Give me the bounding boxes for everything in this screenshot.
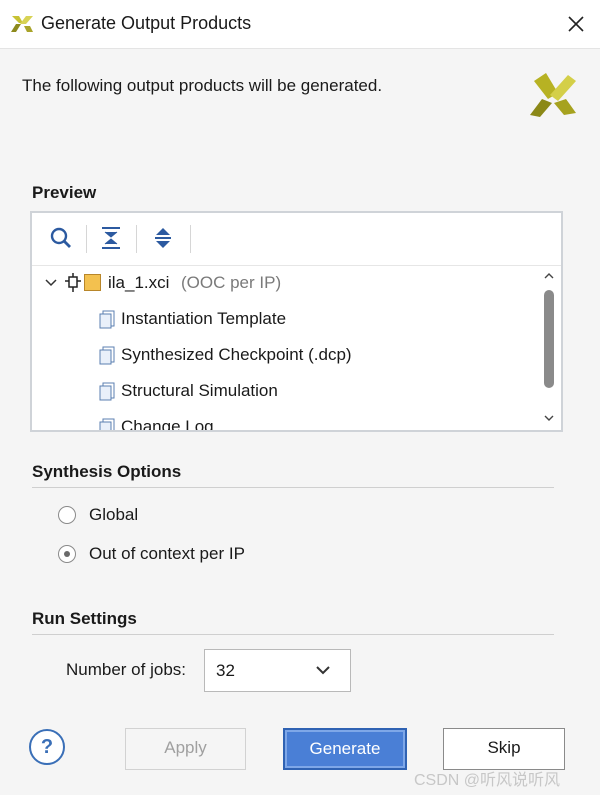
tree-scrollbar[interactable] bbox=[539, 266, 559, 430]
collapse-all-icon[interactable] bbox=[96, 223, 126, 253]
jobs-select[interactable]: 32 bbox=[204, 649, 351, 692]
chevron-down-icon[interactable] bbox=[315, 663, 331, 677]
preview-section-title: Preview bbox=[32, 183, 97, 202]
preview-panel: ila_1.xci (OOC per IP) Instantiation Tem… bbox=[30, 211, 563, 432]
intro-text: The following output products will be ge… bbox=[22, 76, 383, 95]
radio-global-label: Global bbox=[89, 505, 139, 524]
document-icon bbox=[99, 346, 115, 365]
radio-button[interactable] bbox=[58, 506, 76, 524]
skip-button[interactable]: Skip bbox=[443, 728, 565, 770]
tree-item-label: Synthesized Checkpoint (.dcp) bbox=[121, 345, 352, 364]
help-button[interactable]: ? bbox=[29, 729, 65, 765]
tree-item-label: Change Log bbox=[121, 417, 214, 430]
tree-root-label: ila_1.xci bbox=[108, 273, 170, 292]
tree-item[interactable]: Change Log bbox=[98, 414, 518, 430]
jobs-value: 32 bbox=[216, 661, 235, 680]
watermark-text: CSDN @听风说听风 bbox=[414, 772, 561, 789]
search-icon[interactable] bbox=[46, 223, 76, 253]
close-icon[interactable] bbox=[560, 8, 592, 40]
toolbar-separator bbox=[190, 225, 191, 253]
chevron-down-icon[interactable] bbox=[44, 276, 58, 290]
scroll-down-icon[interactable] bbox=[543, 412, 555, 424]
radio-global[interactable]: Global bbox=[58, 503, 258, 529]
expand-all-icon[interactable] bbox=[148, 223, 178, 253]
document-icon bbox=[99, 418, 115, 430]
preview-toolbar bbox=[32, 213, 561, 266]
jobs-label: Number of jobs: bbox=[66, 660, 186, 679]
synthesis-section-title: Synthesis Options bbox=[32, 462, 182, 481]
document-icon bbox=[99, 310, 115, 329]
tree-root-row[interactable]: ila_1.xci (OOC per IP) bbox=[44, 270, 524, 296]
brand-logo-icon bbox=[530, 73, 576, 117]
window-title: Generate Output Products bbox=[41, 13, 252, 33]
output-products-tree: ila_1.xci (OOC per IP) Instantiation Tem… bbox=[32, 266, 537, 430]
radio-ooc-label: Out of context per IP bbox=[89, 544, 245, 563]
toolbar-separator bbox=[86, 225, 87, 253]
toolbar-separator bbox=[136, 225, 137, 253]
scrollbar-thumb[interactable] bbox=[544, 290, 554, 388]
tree-item-label: Structural Simulation bbox=[121, 381, 278, 400]
app-logo-icon bbox=[11, 16, 33, 32]
scroll-up-icon[interactable] bbox=[543, 270, 555, 282]
tree-item[interactable]: Instantiation Template bbox=[98, 306, 518, 332]
tree-item[interactable]: Structural Simulation bbox=[98, 378, 518, 404]
radio-button[interactable] bbox=[58, 545, 76, 563]
section-divider bbox=[32, 634, 554, 635]
tree-item-label: Instantiation Template bbox=[121, 309, 287, 328]
radio-selected-dot bbox=[63, 550, 70, 557]
ip-block-icon bbox=[84, 274, 101, 291]
ip-core-icon bbox=[65, 273, 81, 292]
run-settings-section-title: Run Settings bbox=[32, 609, 137, 628]
section-divider bbox=[32, 487, 554, 488]
generate-button[interactable]: Generate bbox=[283, 728, 407, 770]
title-bar: Generate Output Products bbox=[0, 0, 600, 49]
document-icon bbox=[99, 382, 115, 401]
tree-root-suffix: (OOC per IP) bbox=[181, 273, 282, 292]
tree-item[interactable]: Synthesized Checkpoint (.dcp) bbox=[98, 342, 518, 368]
radio-out-of-context[interactable]: Out of context per IP bbox=[58, 542, 318, 568]
apply-button[interactable]: Apply bbox=[125, 728, 246, 770]
